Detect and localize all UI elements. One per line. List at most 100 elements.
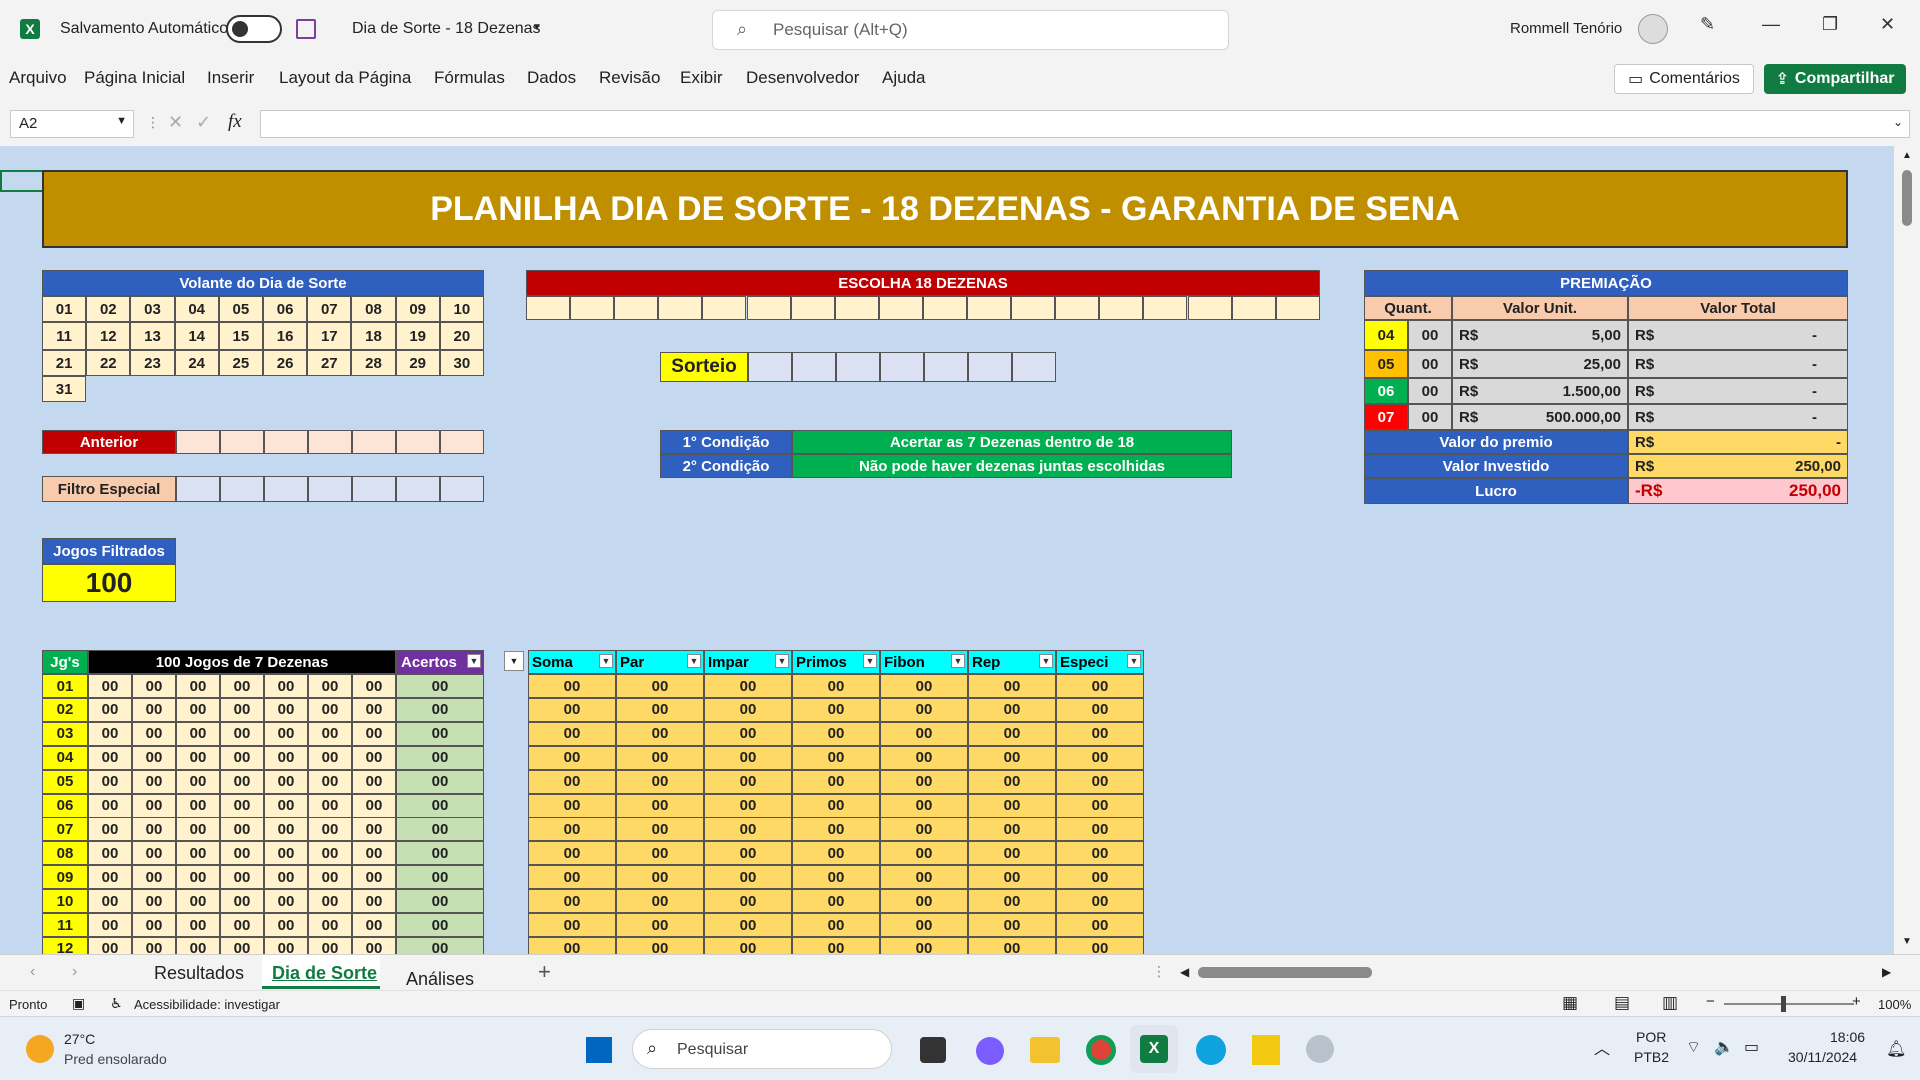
escolha-cell[interactable]	[1143, 296, 1188, 320]
macro-icon[interactable]: ▣	[72, 995, 85, 1012]
pen-icon[interactable]: ✎	[1700, 14, 1715, 35]
volante-number[interactable]: 19	[395, 322, 440, 350]
status-accessibility[interactable]: Acessibilidade: investigar	[134, 997, 280, 1012]
vertical-scroll-thumb[interactable]	[1902, 170, 1912, 226]
volante-number[interactable]: 26	[263, 350, 308, 376]
tab-analises[interactable]: Análises	[406, 969, 474, 990]
volante-number[interactable]: 06	[263, 296, 308, 322]
stat-header[interactable]: Par ▼	[616, 650, 704, 674]
stat-header[interactable]: Fibon ▼	[880, 650, 968, 674]
more-icon[interactable]: ⋮	[146, 114, 160, 131]
menu-desenvolvedor[interactable]: Desenvolvedor	[746, 68, 859, 88]
anterior-cell[interactable]	[396, 430, 440, 454]
volante-number[interactable]: 23	[130, 350, 175, 376]
cancel-icon[interactable]: ✕	[168, 112, 183, 133]
start-icon[interactable]	[586, 1037, 612, 1063]
filter-dropdown-icon[interactable]: ▼	[951, 654, 965, 668]
name-box[interactable]: A2 ▼	[10, 110, 134, 138]
close-icon[interactable]: ✕	[1880, 14, 1895, 35]
user-name[interactable]: Rommell Tenório	[1510, 20, 1622, 37]
filtro-cell[interactable]	[308, 476, 352, 502]
hscroll-left-icon[interactable]: ◀	[1180, 965, 1189, 979]
escolha-cell[interactable]	[570, 296, 615, 320]
anterior-cell[interactable]	[176, 430, 220, 454]
volante-number[interactable]: 08	[351, 296, 396, 322]
scroll-down-icon[interactable]: ▼	[1902, 936, 1912, 947]
volante-number[interactable]: 07	[307, 296, 352, 322]
stat-header[interactable]: Especi ▼	[1056, 650, 1144, 674]
escolha-cell[interactable]	[967, 296, 1012, 320]
check-icon[interactable]: ✓	[196, 112, 211, 133]
lang-1[interactable]: POR	[1636, 1029, 1666, 1045]
avatar[interactable]	[1638, 14, 1668, 44]
minimize-icon[interactable]: —	[1762, 14, 1780, 35]
filtro-cell[interactable]	[176, 476, 220, 502]
zoom-slider[interactable]	[1724, 1003, 1854, 1005]
more-icon[interactable]: ⋮	[1152, 963, 1166, 980]
anterior-cell[interactable]	[264, 430, 308, 454]
volante-number[interactable]: 11	[42, 322, 87, 350]
sorteio-cell[interactable]	[836, 352, 880, 382]
filtro-cell[interactable]	[352, 476, 396, 502]
volante-number[interactable]: 17	[307, 322, 352, 350]
volante-number[interactable]: 02	[86, 296, 131, 322]
battery-icon[interactable]: ▭	[1744, 1037, 1759, 1057]
chevron-down-icon[interactable]: ▼	[532, 22, 542, 33]
wifi-icon[interactable]: ⌔	[1686, 1037, 1701, 1057]
fx-icon[interactable]: fx	[228, 111, 242, 133]
zoom-slider-thumb[interactable]	[1781, 996, 1786, 1012]
document-title[interactable]: Dia de Sorte - 18 Dezenas	[352, 20, 541, 38]
filter-dropdown-icon[interactable]: ▼	[599, 654, 613, 668]
filter-dropdown-icon[interactable]: ▼	[467, 654, 481, 668]
volante-number[interactable]: 18	[351, 322, 396, 350]
lang-2[interactable]: PTB2	[1634, 1049, 1669, 1065]
escolha-cell[interactable]	[1099, 296, 1144, 320]
volante-number[interactable]: 31	[42, 376, 87, 402]
sorteio-cell[interactable]	[1012, 352, 1056, 382]
weather-sun-icon[interactable]	[26, 1035, 54, 1063]
volante-number[interactable]: 01	[42, 296, 87, 322]
page-layout-icon[interactable]: ▤	[1614, 993, 1630, 1013]
volante-number[interactable]: 12	[86, 322, 131, 350]
anterior-cell[interactable]	[352, 430, 396, 454]
accessibility-icon[interactable]: ♿	[110, 995, 123, 1012]
share-button[interactable]: ⇪ Compartilhar	[1764, 64, 1906, 94]
worksheet[interactable]: PLANILHA DIA DE SORTE - 18 DEZENAS - GAR…	[0, 146, 1894, 954]
add-sheet-icon[interactable]: +	[538, 959, 551, 985]
jogos-header-acertos[interactable]: Acertos ▼	[396, 650, 484, 674]
escolha-cell[interactable]	[1055, 296, 1100, 320]
menu-dados[interactable]: Dados	[527, 68, 576, 88]
menu-pagina-inicial[interactable]: Página Inicial	[84, 68, 185, 88]
task-view-icon[interactable]	[920, 1037, 946, 1063]
file-explorer-icon[interactable]	[1030, 1037, 1060, 1063]
vertical-scrollbar[interactable]: ▲ ▼	[1894, 146, 1920, 954]
clock-date[interactable]: 30/11/2024	[1788, 1049, 1857, 1065]
page-break-icon[interactable]: ▥	[1662, 993, 1678, 1013]
escolha-cell[interactable]	[790, 296, 835, 320]
formula-input[interactable]: ⌄	[260, 110, 1910, 138]
sorteio-cell[interactable]	[792, 352, 836, 382]
powerbi-icon[interactable]	[1252, 1035, 1280, 1065]
autosave-toggle[interactable]	[226, 15, 282, 43]
chrome-icon[interactable]	[1086, 1035, 1116, 1065]
restore-icon[interactable]: ❐	[1822, 14, 1838, 35]
save-icon[interactable]	[296, 19, 316, 39]
weather-text[interactable]: Pred ensolarado	[64, 1051, 167, 1067]
notification-bell-icon[interactable]: 🔔︎	[1886, 1039, 1906, 1059]
clock-time[interactable]: 18:06	[1830, 1029, 1865, 1045]
volante-number[interactable]: 14	[174, 322, 219, 350]
copilot-icon[interactable]	[976, 1037, 1004, 1065]
expand-icon[interactable]: ⌄	[1893, 115, 1903, 129]
tab-next-icon[interactable]: ›	[72, 963, 77, 981]
volante-number[interactable]: 30	[439, 350, 484, 376]
volante-number[interactable]: 09	[395, 296, 440, 322]
sorteio-cell[interactable]	[924, 352, 968, 382]
search-box[interactable]: ⌕ Pesquisar (Alt+Q)	[712, 10, 1229, 50]
filter-dropdown-icon[interactable]: ▼	[687, 654, 701, 668]
volante-number[interactable]: 21	[42, 350, 87, 376]
menu-formulas[interactable]: Fórmulas	[434, 68, 505, 88]
escolha-cell[interactable]	[1231, 296, 1276, 320]
volante-number[interactable]: 29	[395, 350, 440, 376]
escolha-cell[interactable]	[746, 296, 791, 320]
menu-layout[interactable]: Layout da Página	[279, 68, 411, 88]
